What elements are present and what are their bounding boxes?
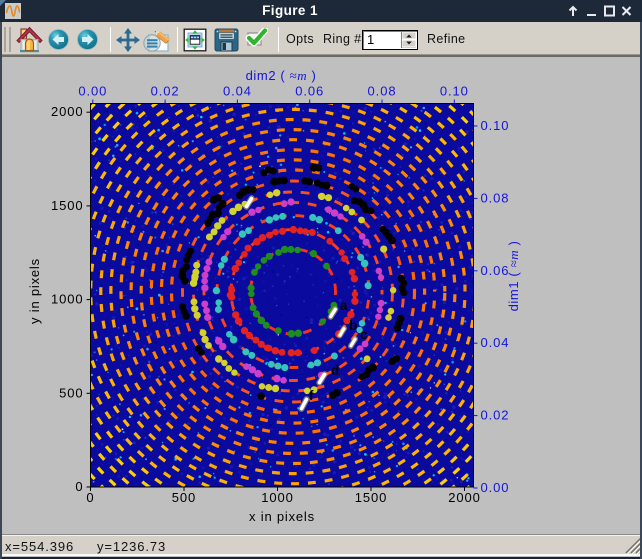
svg-text:1500: 1500	[51, 198, 84, 213]
svg-text:0.02: 0.02	[481, 408, 510, 423]
svg-text:b: b	[349, 318, 357, 333]
svg-text:a: a	[340, 298, 348, 313]
svg-text:0.00: 0.00	[78, 84, 107, 99]
svg-text:dim1 ( ≈m ): dim1 ( ≈m )	[506, 241, 521, 312]
svg-text:y in pixels: y in pixels	[27, 258, 42, 324]
svg-text:c: c	[360, 327, 368, 342]
svg-text:f: f	[309, 388, 314, 403]
svg-text:500: 500	[172, 490, 196, 505]
svg-text:0.06: 0.06	[295, 84, 324, 99]
svg-text:x in pixels: x in pixels	[249, 509, 315, 524]
svg-text:2000: 2000	[448, 490, 481, 505]
svg-text:0: 0	[86, 490, 94, 505]
svg-text:1000: 1000	[261, 490, 294, 505]
svg-text:0.02: 0.02	[151, 84, 180, 99]
svg-text:0.10: 0.10	[481, 118, 510, 133]
svg-text:0: 0	[75, 479, 83, 494]
svg-text:0.00: 0.00	[481, 480, 510, 495]
svg-text:1000: 1000	[51, 292, 84, 307]
svg-text:dim2 ( ≈m ): dim2 ( ≈m )	[246, 68, 317, 83]
svg-text:500: 500	[59, 385, 83, 400]
svg-text:d: d	[331, 363, 339, 378]
svg-text:0.04: 0.04	[223, 84, 252, 99]
svg-text:0.08: 0.08	[481, 190, 510, 205]
svg-text:0.10: 0.10	[440, 84, 469, 99]
svg-text:1500: 1500	[355, 490, 388, 505]
svg-text:2000: 2000	[51, 104, 84, 119]
svg-text:0.08: 0.08	[368, 84, 397, 99]
svg-text:0.04: 0.04	[481, 335, 510, 350]
